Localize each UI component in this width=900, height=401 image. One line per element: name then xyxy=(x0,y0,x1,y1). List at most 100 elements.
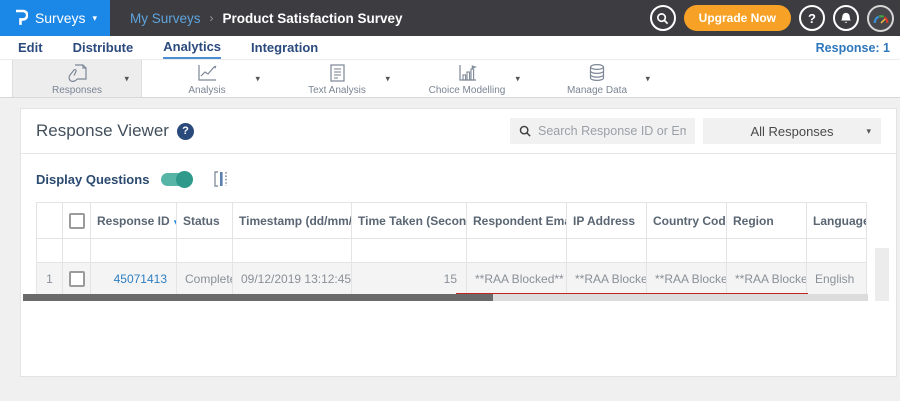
page-title: Response Viewer xyxy=(36,121,169,140)
filter-cell xyxy=(62,238,91,263)
col-region[interactable]: Region xyxy=(726,202,807,239)
toolbar-analysis-label: Analysis xyxy=(188,84,226,96)
col-ip-address-label: IP Address xyxy=(573,213,636,228)
choice-modelling-icon xyxy=(459,64,478,81)
filter-language[interactable] xyxy=(806,238,867,263)
questionpro-logo-icon xyxy=(15,9,28,25)
top-header-bar: Surveys ▾ My Surveys › Product Satisfact… xyxy=(0,0,900,36)
response-filter-dropdown[interactable]: All Responses ▾ xyxy=(703,118,881,144)
toolbar-analysis[interactable]: Analysis ▾ xyxy=(142,60,272,97)
nav-integration[interactable]: Integration xyxy=(251,38,318,58)
card-header: Response Viewer ? All Responses ▾ xyxy=(21,109,896,154)
search-icon xyxy=(519,125,531,137)
cell-timestamp: 09/12/2019 13:12:45 xyxy=(232,262,352,296)
table-header-row: Response ID▾ Status Timestamp (dd/mm/yyy… xyxy=(36,202,867,239)
responses-table: Response ID▾ Status Timestamp (dd/mm/yyy… xyxy=(36,202,867,296)
upgrade-now-button[interactable]: Upgrade Now xyxy=(683,5,791,31)
choice-modelling-dropdown-caret[interactable]: ▾ xyxy=(515,73,520,84)
analysis-dropdown-caret[interactable]: ▾ xyxy=(255,73,260,84)
responses-dropdown-caret[interactable]: ▾ xyxy=(124,73,129,84)
nav-analytics[interactable]: Analytics xyxy=(163,37,222,59)
col-country-code[interactable]: Country Code xyxy=(646,202,727,239)
filter-status[interactable] xyxy=(176,238,233,263)
row-checkbox[interactable] xyxy=(68,271,85,287)
manage-data-icon xyxy=(589,63,605,81)
bell-icon xyxy=(841,12,851,23)
header-actions: Upgrade Now ? xyxy=(649,4,900,32)
freeze-columns-button[interactable] xyxy=(213,170,230,188)
global-search-button[interactable] xyxy=(649,5,676,31)
help-button[interactable]: ? xyxy=(799,5,825,31)
table-row: 1 45071413 Completed 09/12/2019 13:12:45… xyxy=(36,262,867,296)
responses-table-wrap: Response ID▾ Status Timestamp (dd/mm/yyy… xyxy=(36,202,867,299)
chevron-down-icon: ▾ xyxy=(866,125,871,136)
response-search-box xyxy=(510,118,695,144)
toolbar-manage-data-label: Manage Data xyxy=(566,84,628,96)
display-questions-row: Display Questions xyxy=(36,166,881,192)
toolbar-choice-modelling[interactable]: Choice Modelling ▾ xyxy=(402,60,532,97)
product-name: Surveys xyxy=(34,10,86,26)
toolbar-responses[interactable]: Responses ▾ xyxy=(12,60,142,97)
nav-edit[interactable]: Edit xyxy=(18,38,43,58)
response-viewer-card: Response Viewer ? All Responses ▾ Disp xyxy=(20,108,897,377)
responses-icon xyxy=(68,63,87,82)
response-viewer-help-icon[interactable]: ? xyxy=(176,122,194,140)
card-body: Display Questions Response ID Status Tim… xyxy=(21,154,896,308)
breadcrumb: My Surveys › Product Satisfaction Survey xyxy=(130,11,403,26)
filter-region[interactable] xyxy=(726,238,807,263)
col-ip-address[interactable]: IP Address xyxy=(566,202,647,239)
page-background: Response Viewer ? All Responses ▾ Disp xyxy=(0,98,900,377)
row-number: 1 xyxy=(36,262,63,296)
filter-ip-address[interactable] xyxy=(566,238,647,263)
display-questions-toggle[interactable] xyxy=(161,170,194,188)
vertical-scrollbar[interactable] xyxy=(875,248,889,301)
horizontal-scrollbar-thumb[interactable] xyxy=(23,294,493,301)
col-country-code-label: Country Code xyxy=(653,213,727,228)
response-id-link[interactable]: 45071413 xyxy=(114,272,167,286)
filter-respondent-email[interactable] xyxy=(466,238,567,263)
toolbar-choice-modelling-label: Choice Modelling xyxy=(428,84,506,96)
notifications-button[interactable] xyxy=(833,5,859,31)
row-checkbox-cell xyxy=(62,262,91,296)
filter-time-taken[interactable] xyxy=(351,238,467,263)
col-response-id[interactable]: Response ID▾ xyxy=(90,202,177,239)
select-all-header xyxy=(62,202,91,239)
toolbar-text-analysis[interactable]: Text Analysis ▾ xyxy=(272,60,402,97)
survey-nav: Edit Distribute Analytics Integration Re… xyxy=(0,36,900,60)
product-switcher[interactable]: Surveys ▾ xyxy=(0,0,110,36)
col-respondent-email[interactable]: Respondent Email xyxy=(466,202,567,239)
filter-cell xyxy=(36,238,63,263)
col-status-label: Status xyxy=(183,213,220,228)
nav-distribute[interactable]: Distribute xyxy=(73,38,134,58)
user-avatar[interactable] xyxy=(867,4,894,32)
cell-response-id: 45071413 xyxy=(90,262,177,296)
col-language-label: Language xyxy=(813,213,867,228)
col-time-taken[interactable]: Time Taken (Seconds)⇅ xyxy=(351,202,467,239)
col-timestamp[interactable]: Timestamp (dd/mm/yyyy)⇅ xyxy=(232,202,352,239)
toolbar-text-analysis-label: Text Analysis xyxy=(308,84,366,96)
select-all-checkbox[interactable] xyxy=(68,212,85,229)
col-respondent-email-label: Respondent Email xyxy=(473,213,566,228)
toolbar-responses-label: Responses xyxy=(51,84,103,96)
col-language[interactable]: Language xyxy=(806,202,867,239)
toolbar-manage-data[interactable]: Manage Data ▾ xyxy=(532,60,662,97)
text-analysis-dropdown-caret[interactable]: ▾ xyxy=(385,73,390,84)
search-icon xyxy=(657,12,669,24)
breadcrumb-my-surveys[interactable]: My Surveys xyxy=(130,11,201,26)
col-status[interactable]: Status xyxy=(176,202,233,239)
question-mark-icon: ? xyxy=(808,10,816,26)
cell-respondent-email: **RAA Blocked** xyxy=(466,262,567,296)
response-search-input[interactable] xyxy=(538,124,686,138)
col-time-taken-label: Time Taken (Seconds) xyxy=(358,213,467,228)
col-timestamp-label: Timestamp (dd/mm/yyyy) xyxy=(239,213,351,228)
filter-response-id[interactable] xyxy=(90,238,177,263)
filter-country-code[interactable] xyxy=(646,238,727,263)
cell-status: Completed xyxy=(176,262,233,296)
manage-data-dropdown-caret[interactable]: ▾ xyxy=(645,73,650,84)
row-number-header xyxy=(36,202,63,239)
cell-time-taken: 15 xyxy=(351,262,467,296)
cell-language: English xyxy=(806,262,867,296)
col-response-id-label: Response ID xyxy=(97,213,170,228)
filter-timestamp[interactable] xyxy=(232,238,352,263)
horizontal-scrollbar[interactable] xyxy=(23,294,868,301)
